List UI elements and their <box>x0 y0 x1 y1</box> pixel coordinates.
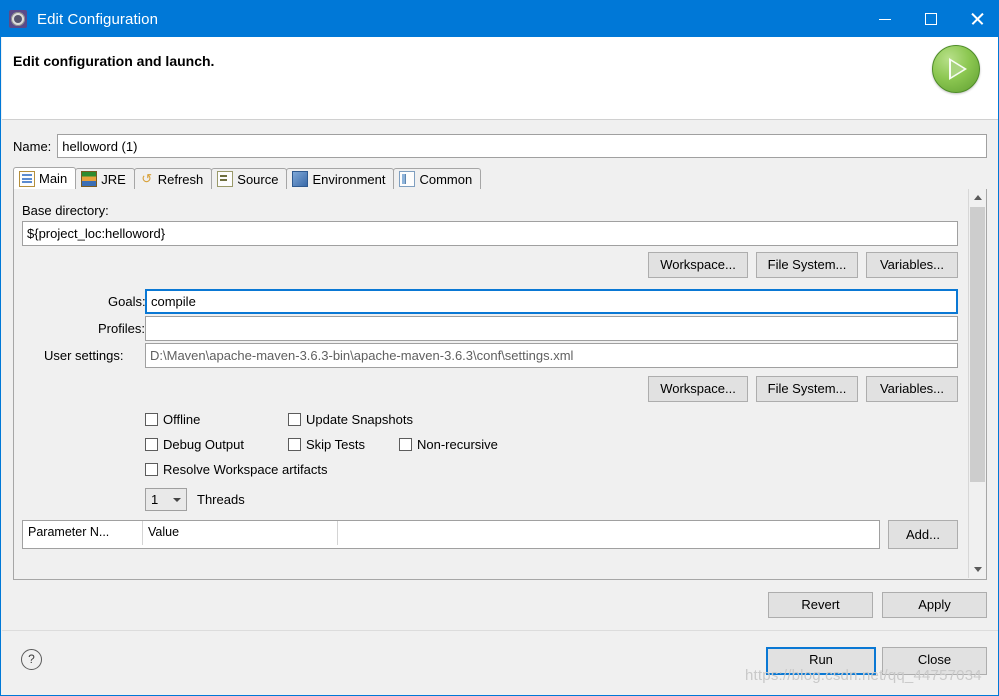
tab-source-label: Source <box>237 171 279 187</box>
threads-select[interactable]: 1 <box>145 488 187 511</box>
tab-environment-label: Environment <box>312 171 386 187</box>
close-icon <box>970 12 984 26</box>
tab-main[interactable]: Main <box>13 167 77 189</box>
checkbox-non-recursive-label: Non-recursive <box>417 437 498 452</box>
scroll-up-icon[interactable] <box>969 189 986 206</box>
checkbox-non-recursive[interactable]: Non-recursive <box>399 437 498 452</box>
tab-source[interactable]: Source <box>211 168 288 189</box>
settings-file-system-button[interactable]: File System... <box>756 376 858 402</box>
tab-common-label: Common <box>419 171 473 187</box>
configuration-name-input[interactable] <box>57 134 987 158</box>
gear-icon <box>9 10 27 28</box>
user-settings-input[interactable] <box>145 343 958 368</box>
edit-configuration-dialog: Edit Configuration Edit configuration an… <box>0 0 999 696</box>
checkbox-offline[interactable]: Offline <box>145 412 200 427</box>
base-file-system-button[interactable]: File System... <box>756 252 858 278</box>
source-icon <box>217 171 234 187</box>
goals-input[interactable] <box>145 289 958 314</box>
checkbox-resolve-workspace-artifacts-box[interactable] <box>145 463 158 476</box>
window-controls <box>862 1 998 37</box>
parameter-table-col-filler <box>338 521 879 545</box>
base-variables-button[interactable]: Variables... <box>866 252 958 278</box>
name-label: Name: <box>13 138 52 154</box>
checkbox-debug-output[interactable]: Debug Output <box>145 437 244 452</box>
settings-workspace-button[interactable]: Workspace... <box>648 376 748 402</box>
jre-icon <box>81 171 98 187</box>
chevron-down-icon <box>173 497 181 502</box>
profiles-label: Profiles: <box>98 321 145 336</box>
tab-bar: Main JRE ↺ Refresh Source Environment Co… <box>13 167 987 190</box>
checkbox-debug-output-box[interactable] <box>145 438 158 451</box>
minimize-icon <box>879 18 891 20</box>
checkbox-resolve-workspace-artifacts[interactable]: Resolve Workspace artifacts <box>145 462 328 477</box>
panel-vertical-scrollbar[interactable] <box>968 189 986 578</box>
page-title: Edit configuration and launch. <box>13 53 215 69</box>
run-button[interactable]: Run <box>766 647 876 675</box>
parameter-table[interactable]: Parameter N... Value <box>22 520 880 549</box>
title-bar: Edit Configuration <box>1 1 998 37</box>
main-tab-content: Base directory: Workspace... File System… <box>14 189 966 579</box>
close-button-footer[interactable]: Close <box>882 647 987 675</box>
user-settings-label: User settings: <box>44 348 124 363</box>
maximize-icon <box>925 13 937 25</box>
tab-main-label: Main <box>39 171 68 186</box>
checkbox-update-snapshots-box[interactable] <box>288 413 301 426</box>
checkbox-skip-tests-box[interactable] <box>288 438 301 451</box>
dialog-header: Edit configuration and launch. <box>2 37 998 120</box>
base-directory-input[interactable] <box>22 221 958 246</box>
checkbox-update-snapshots-label: Update Snapshots <box>306 412 413 427</box>
checkbox-non-recursive-box[interactable] <box>399 438 412 451</box>
checkbox-resolve-workspace-artifacts-label: Resolve Workspace artifacts <box>163 462 328 477</box>
main-tab-panel: Base directory: Workspace... File System… <box>13 189 987 580</box>
checkbox-skip-tests[interactable]: Skip Tests <box>288 437 365 452</box>
checkbox-debug-output-label: Debug Output <box>163 437 244 452</box>
add-parameter-button[interactable]: Add... <box>888 520 958 549</box>
parameter-table-col-value: Value <box>143 521 338 545</box>
threads-select-value: 1 <box>151 492 159 507</box>
window-title: Edit Configuration <box>37 10 159 28</box>
settings-variables-button[interactable]: Variables... <box>866 376 958 402</box>
parameter-table-header: Parameter N... Value <box>23 521 879 545</box>
revert-button[interactable]: Revert <box>768 592 873 618</box>
tab-refresh[interactable]: ↺ Refresh <box>133 168 213 189</box>
base-workspace-button[interactable]: Workspace... <box>648 252 748 278</box>
scrollbar-thumb[interactable] <box>970 207 985 482</box>
close-button[interactable] <box>954 1 998 37</box>
dialog-footer: ? Run Close <box>2 630 998 695</box>
environment-icon <box>292 171 309 187</box>
threads-label: Threads <box>197 492 245 507</box>
checkbox-offline-label: Offline <box>163 412 201 427</box>
apply-button[interactable]: Apply <box>882 592 987 618</box>
common-icon <box>399 171 416 187</box>
name-row: Name: <box>13 134 987 158</box>
tab-environment[interactable]: Environment <box>286 168 395 189</box>
checkbox-update-snapshots[interactable]: Update Snapshots <box>288 412 413 427</box>
scroll-down-icon[interactable] <box>969 561 986 578</box>
checkbox-skip-tests-label: Skip Tests <box>306 437 366 452</box>
play-icon <box>932 45 980 93</box>
checkbox-offline-box[interactable] <box>145 413 158 426</box>
maximize-button[interactable] <box>908 1 954 37</box>
parameter-table-col-name: Parameter N... <box>23 521 143 545</box>
main-icon <box>19 170 35 187</box>
tab-jre[interactable]: JRE <box>75 168 135 189</box>
tab-common[interactable]: Common <box>393 168 482 189</box>
dialog-body: Name: Main JRE ↺ Refresh Source <box>2 120 998 630</box>
tab-refresh-label: Refresh <box>157 171 204 187</box>
goals-label: Goals: <box>108 294 146 309</box>
help-icon[interactable]: ? <box>21 649 42 670</box>
base-directory-label: Base directory: <box>22 203 109 218</box>
minimize-button[interactable] <box>862 1 908 37</box>
refresh-icon: ↺ <box>141 171 153 186</box>
profiles-input[interactable] <box>145 316 958 341</box>
tab-jre-label: JRE <box>101 171 126 187</box>
